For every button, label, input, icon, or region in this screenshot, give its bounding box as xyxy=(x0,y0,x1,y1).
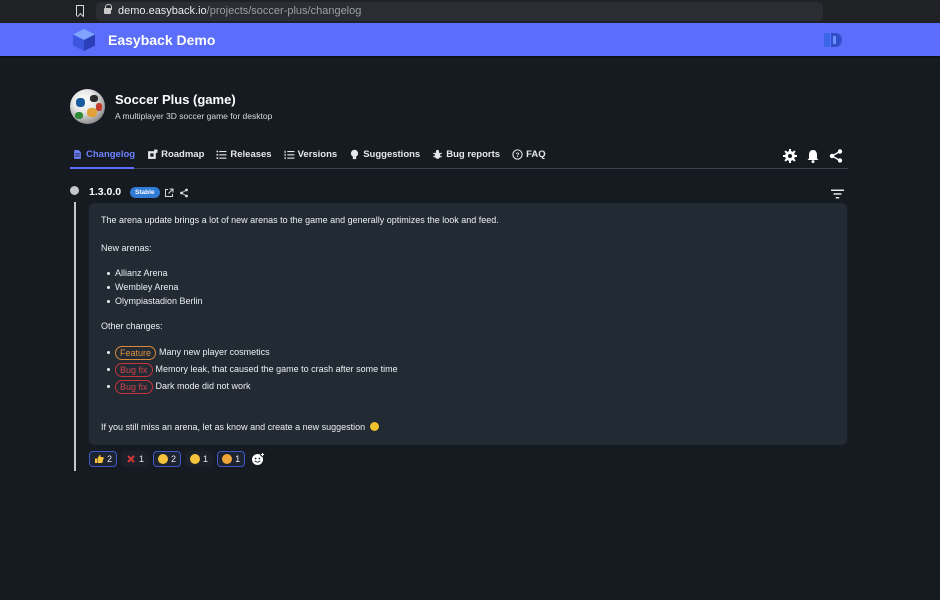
svg-text:?: ? xyxy=(516,152,520,159)
tab-releases[interactable]: Releases xyxy=(216,146,272,162)
x-mark-icon xyxy=(127,455,135,463)
browser-toolbar: demo.easyback.io/projects/soccer-plus/ch… xyxy=(0,0,940,23)
address-bar[interactable]: demo.easyback.io/projects/soccer-plus/ch… xyxy=(96,2,823,21)
filter-icon[interactable] xyxy=(831,189,844,199)
list-item: Bug fix Memory leak, that caused the game… xyxy=(107,361,398,378)
tab-label: Roadmap xyxy=(161,148,205,160)
reaction-thumbs-up[interactable]: 2 xyxy=(89,451,118,467)
header-divider xyxy=(0,56,940,58)
tab-label: Bug reports xyxy=(446,148,501,160)
new-arenas-heading: New arenas: xyxy=(101,243,152,253)
list-item: Olympiastadion Berlin xyxy=(107,294,203,308)
tab-versions[interactable]: Versions xyxy=(284,146,338,162)
gear-icon[interactable] xyxy=(782,148,798,164)
project-tabs: Changelog Roadmap Releases Versions Sugg… xyxy=(72,146,558,162)
easyback-logo-icon[interactable] xyxy=(823,30,843,50)
share-icon[interactable] xyxy=(828,148,844,164)
document-icon xyxy=(74,149,81,159)
bug-fix-tag: Bug fix xyxy=(115,379,153,394)
reaction-count: 1 xyxy=(139,454,145,464)
tab-suggestions[interactable]: Suggestions xyxy=(349,146,420,162)
other-changes-heading: Other changes: xyxy=(101,321,163,331)
list-item: Allianz Arena xyxy=(107,266,203,280)
change-text: Memory leak, that caused the game to cra… xyxy=(155,364,398,374)
app-title[interactable]: Easyback Demo xyxy=(108,32,215,48)
url-path: /projects/soccer-plus/changelog xyxy=(206,5,362,17)
list-numbered-icon xyxy=(284,150,295,159)
bookmark-icon[interactable] xyxy=(76,5,84,16)
share-icon[interactable] xyxy=(179,188,189,198)
timeline-dot xyxy=(70,186,79,195)
reaction-count: 2 xyxy=(171,454,177,464)
reaction-count: 2 xyxy=(107,454,113,464)
reaction-bar: 2 1 2 1 1 xyxy=(89,451,265,467)
tab-label: Suggestions xyxy=(363,148,421,160)
bell-icon[interactable] xyxy=(805,148,821,164)
timeline-line xyxy=(74,202,76,471)
bug-icon xyxy=(433,149,443,159)
tab-roadmap[interactable]: Roadmap xyxy=(147,146,204,162)
reaction-smiley[interactable]: 1 xyxy=(185,451,214,467)
smiley-face-icon xyxy=(190,454,201,464)
list-item: Wembley Arena xyxy=(107,280,203,294)
tab-label: FAQ xyxy=(526,148,546,160)
reaction-count: 1 xyxy=(203,454,209,464)
grinning-face-icon xyxy=(158,454,169,464)
release-outro: If you still miss an arena, let as know … xyxy=(101,422,379,432)
question-icon: ? xyxy=(512,148,523,160)
tab-faq[interactable]: ? FAQ xyxy=(512,146,546,162)
app-header: Easyback Demo xyxy=(0,23,940,56)
thumbs-up-icon xyxy=(95,455,104,463)
url-domain: demo.easyback.io xyxy=(118,5,207,17)
reaction-grinning-face[interactable]: 2 xyxy=(153,451,182,467)
logo-cube-icon[interactable] xyxy=(72,28,96,52)
release-version: 1.3.0.0 xyxy=(89,186,122,198)
project-subtitle: A multiplayer 3D soccer game for desktop xyxy=(115,111,273,121)
change-text: Many new player cosmetics xyxy=(159,347,270,357)
release-intro: The arena update brings a lot of new are… xyxy=(101,215,499,225)
tab-label: Releases xyxy=(230,148,272,160)
change-text: Dark mode did not work xyxy=(155,381,251,391)
external-link-icon[interactable] xyxy=(164,188,174,198)
active-tab-indicator xyxy=(70,167,134,169)
list-item: Feature Many new player cosmetics xyxy=(107,344,398,361)
smiley-icon xyxy=(369,422,379,431)
release-card: The arena update brings a lot of new are… xyxy=(89,203,847,445)
list-item: Bug fix Dark mode did not work xyxy=(107,378,398,395)
project-title: Soccer Plus (game) xyxy=(115,92,236,107)
feature-tag: Feature xyxy=(115,345,157,360)
add-reaction-icon[interactable] xyxy=(251,452,265,466)
roadmap-icon xyxy=(148,149,158,159)
tab-bug-reports[interactable]: Bug reports xyxy=(432,146,500,162)
tab-label: Versions xyxy=(297,148,338,160)
reaction-x-mark[interactable]: 1 xyxy=(121,451,150,467)
cat-face-icon xyxy=(222,454,233,464)
changes-list: Feature Many new player cosmetics Bug fix… xyxy=(107,344,398,395)
arena-list: Allianz Arena Wembley Arena Olympiastadi… xyxy=(107,266,203,308)
tabs-divider xyxy=(70,168,848,169)
reaction-cat-face[interactable]: 1 xyxy=(217,451,246,467)
lightbulb-icon xyxy=(351,149,359,159)
tab-label: Changelog xyxy=(86,148,136,160)
status-badge: Stable xyxy=(130,187,160,198)
project-avatar xyxy=(70,89,105,124)
list-icon xyxy=(216,150,227,159)
tab-changelog[interactable]: Changelog xyxy=(72,146,135,162)
reaction-count: 1 xyxy=(235,454,241,464)
lock-icon xyxy=(104,4,112,14)
outro-text: If you still miss an arena, let as know … xyxy=(101,422,366,432)
bug-fix-tag: Bug fix xyxy=(115,362,153,377)
